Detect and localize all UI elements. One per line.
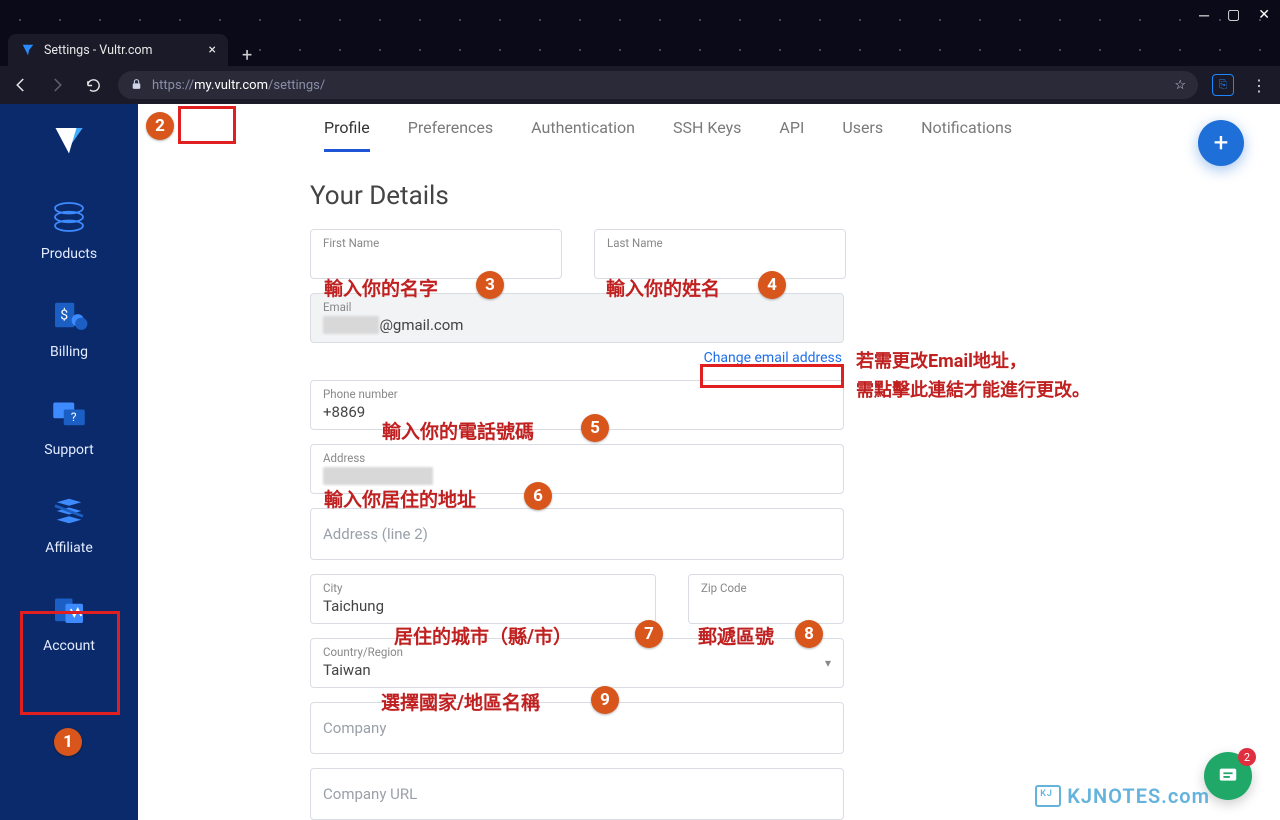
annotation-badge-5: 5 [581, 414, 609, 442]
annotation-badge-1: 1 [54, 728, 82, 756]
field-value: XXXXXXXXXXXX [323, 467, 831, 485]
annotation-text-9: 選擇國家/地區名稱 [381, 688, 540, 715]
field-value: XXXXXX@gmail.com [323, 316, 831, 334]
sidebar-label: Billing [50, 344, 88, 360]
change-email-link[interactable]: Change email address [704, 350, 842, 366]
sidebar-item-account[interactable]: Account [0, 570, 138, 668]
account-icon [48, 588, 90, 630]
new-tab-button[interactable]: + [228, 45, 266, 66]
chevron-down-icon: ▾ [825, 656, 831, 670]
lock-icon [130, 78, 144, 92]
chat-button[interactable]: 2 [1204, 752, 1252, 800]
annotation-badge-2: 2 [146, 112, 174, 140]
address2-field[interactable]: Address (line 2) [310, 508, 844, 560]
section-title: Your Details [138, 153, 1280, 229]
svg-text:?: ? [71, 410, 77, 424]
annotation-badge-4: 4 [758, 271, 786, 299]
sidebar-item-affiliate[interactable]: Affiliate [0, 472, 138, 570]
reload-button[interactable] [82, 74, 104, 96]
annotation-email-note: 若需更改Email地址， 需點擊此連結才能進行更改。 [856, 348, 1090, 406]
support-icon: ? [48, 392, 90, 434]
sidebar-item-billing[interactable]: $ Billing [0, 276, 138, 374]
tab-ssh-keys[interactable]: SSH Keys [673, 118, 741, 152]
browser-menu-icon[interactable]: ⋮ [1248, 74, 1270, 96]
annotation-text-4: 輸入你的姓名 [606, 274, 720, 301]
back-button[interactable] [10, 74, 32, 96]
svg-text:$: $ [60, 306, 68, 323]
field-value [701, 597, 831, 615]
tab-profile[interactable]: Profile [324, 118, 370, 152]
field-label: City [323, 581, 643, 595]
tab-close-icon[interactable]: × [209, 42, 216, 58]
sidebar-label: Affiliate [45, 540, 93, 556]
annotation-text-8: 郵遞區號 [698, 622, 774, 649]
annotation-text-3: 輸入你的名字 [324, 274, 438, 301]
browser-tab-title: Settings - Vultr.com [44, 43, 153, 58]
content-area: Profile Preferences Authentication SSH K… [138, 104, 1280, 820]
tab-users[interactable]: Users [842, 118, 883, 152]
annotation-badge-8: 8 [795, 620, 823, 648]
bookmark-icon[interactable]: ☆ [1174, 78, 1186, 93]
forward-button[interactable] [46, 74, 68, 96]
sidebar-item-products[interactable]: Products [0, 178, 138, 276]
sidebar-item-support[interactable]: ? Support [0, 374, 138, 472]
field-placeholder: Company [323, 719, 831, 737]
favicon-icon [20, 42, 36, 58]
annotation-badge-3: 3 [476, 271, 504, 299]
settings-tabs: Profile Preferences Authentication SSH K… [138, 104, 1280, 153]
affiliate-icon [48, 490, 90, 532]
zip-field[interactable]: Zip Code [688, 574, 844, 624]
window-maximize-icon[interactable]: ▢ [1227, 7, 1240, 23]
window-close-icon[interactable]: ✕ [1258, 7, 1270, 23]
city-field[interactable]: City Taichung [310, 574, 656, 624]
field-label: Email [323, 300, 831, 314]
field-value: Taichung [323, 597, 643, 615]
vultr-logo-icon[interactable] [51, 122, 87, 158]
sidebar: Products $ Billing ? Support Affiliate A… [0, 104, 138, 820]
sidebar-label: Products [41, 246, 97, 262]
chat-icon [1217, 765, 1239, 787]
add-fab-button[interactable]: + [1198, 120, 1244, 166]
annotation-badge-7: 7 [635, 620, 663, 648]
annotation-badge-6: 6 [524, 482, 552, 510]
last-name-field[interactable]: Last Name [594, 229, 846, 279]
first-name-field[interactable]: First Name [310, 229, 562, 279]
annotation-text-5: 輸入你的電話號碼 [382, 417, 534, 444]
field-label: First Name [323, 236, 549, 250]
extension-icon[interactable]: ⎘ [1212, 74, 1234, 96]
profile-form: First Name Last Name Email XXXXXX@gmail.… [138, 229, 858, 820]
field-value [323, 252, 549, 270]
chat-badge: 2 [1238, 748, 1256, 766]
field-placeholder: Company URL [323, 785, 831, 803]
field-value [607, 252, 833, 270]
window-minimize-icon[interactable]: ─ [1199, 7, 1209, 24]
page: Products $ Billing ? Support Affiliate A… [0, 104, 1280, 820]
address-bar[interactable]: https://my.vultr.com/settings/ ☆ [118, 71, 1198, 99]
annotation-text-6: 輸入你居住的地址 [324, 485, 476, 512]
field-placeholder: Address (line 2) [323, 525, 831, 543]
tab-api[interactable]: API [779, 118, 804, 152]
watermark: KJNOTES.com [1035, 784, 1210, 808]
browser-tab[interactable]: Settings - Vultr.com × [8, 34, 228, 66]
products-icon [48, 196, 90, 238]
sidebar-label: Support [44, 442, 93, 458]
billing-icon: $ [48, 294, 90, 336]
company-url-field[interactable]: Company URL [310, 768, 844, 820]
field-label: Address [323, 451, 831, 465]
field-label: Zip Code [701, 581, 831, 595]
watermark-icon [1035, 785, 1061, 807]
url-text: https://my.vultr.com/settings/ [152, 78, 325, 93]
browser-tabstrip: Settings - Vultr.com × + [0, 30, 1280, 66]
browser-toolbar: https://my.vultr.com/settings/ ☆ ⎘ ⋮ [0, 66, 1280, 104]
annotation-text-7: 居住的城市（縣/市） [394, 622, 572, 649]
tab-notifications[interactable]: Notifications [921, 118, 1012, 152]
sidebar-label: Account [43, 638, 95, 654]
tab-authentication[interactable]: Authentication [531, 118, 635, 152]
field-label: Last Name [607, 236, 833, 250]
field-value: Taiwan [323, 661, 831, 679]
window-titlebar: ─ ▢ ✕ [0, 0, 1280, 30]
annotation-badge-9: 9 [591, 686, 619, 714]
tab-preferences[interactable]: Preferences [408, 118, 493, 152]
field-label: Phone number [323, 387, 831, 401]
